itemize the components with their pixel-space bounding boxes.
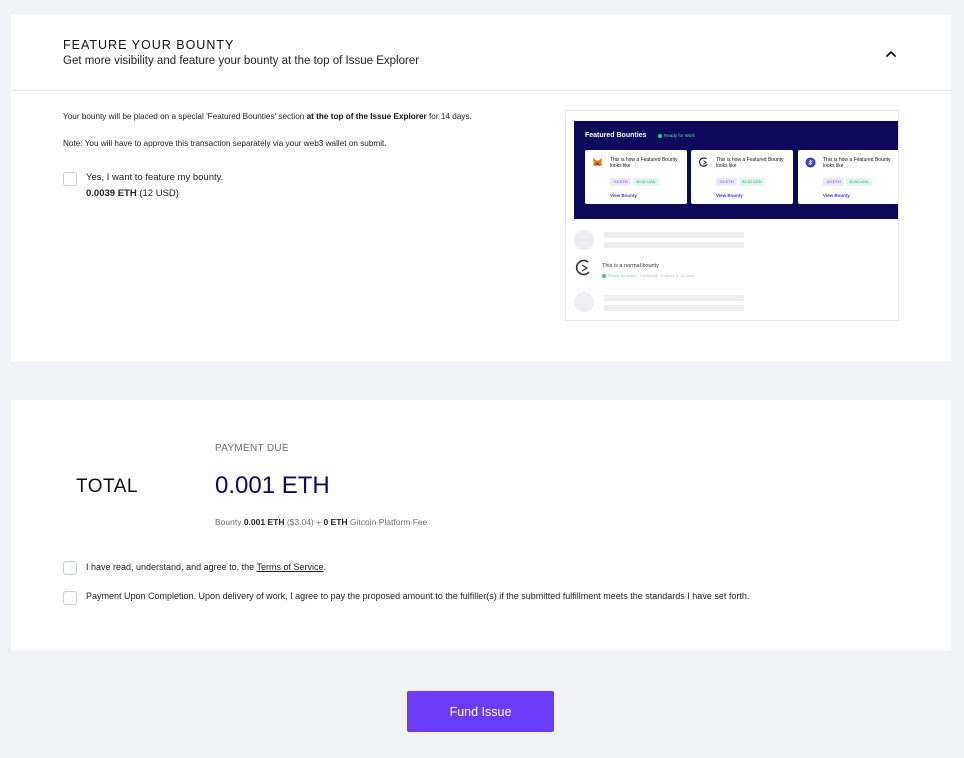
featured-card: This is how a Featured Bounty looks like… [691, 150, 793, 204]
eth-tag: .03 ETH [610, 178, 631, 186]
preview-ready-status: Ready for Work [658, 133, 695, 138]
terms-prefix: I have read, understand, and agree to, t… [86, 562, 257, 572]
terms-label: I have read, understand, and agree to, t… [86, 562, 326, 572]
chevron-up-icon[interactable] [882, 45, 900, 63]
bounty-eth: 0.001 ETH [243, 517, 285, 527]
fund-issue-button[interactable]: Fund Issue [407, 691, 554, 732]
terms-checkbox[interactable] [63, 561, 77, 575]
fee-label: Gitcoin Platform Fee [347, 517, 428, 527]
skeleton-line [604, 305, 744, 311]
preview-title: Featured Bounties [585, 132, 647, 139]
gitcoin-icon [575, 259, 590, 276]
ethereum-icon [805, 157, 816, 168]
normal-bounty-title: This is a normal bounty [602, 263, 659, 269]
feature-price-eth: 0.0039 ETH [86, 188, 137, 199]
feature-subtitle: Get more visibility and feature your bou… [63, 55, 420, 67]
terms-of-service-link[interactable]: Terms of Service [256, 562, 323, 572]
skeleton-line [604, 242, 744, 248]
desc-bold: at the top of the Issue Explorer [306, 112, 427, 121]
normal-ready-text: Ready for Work [608, 273, 636, 278]
feature-bounty-checkbox[interactable] [63, 172, 77, 186]
bounty-label: Bounty [215, 517, 244, 527]
feature-bounty-card: FEATURE YOUR BOUNTY Get more visibility … [11, 15, 951, 361]
desc-prefix: Your bounty will be placed on a special … [63, 112, 307, 121]
featured-card: This is how a Featured Bounty looks like… [585, 150, 687, 204]
feature-description: Your bounty will be placed on a special … [63, 112, 472, 121]
normal-bounty-meta: Ready for Work · Traditional · Expires i… [602, 273, 694, 278]
total-card: PAYMENT DUE TOTAL 0.001 ETH Bounty 0.001… [11, 400, 951, 651]
view-bounty-link: View Bounty [823, 193, 850, 198]
feature-header[interactable]: FEATURE YOUR BOUNTY Get more visibility … [11, 15, 951, 91]
eth-tag: .03 ETH [716, 178, 737, 186]
payment-upon-completion-label: Payment Upon Completion. Upon delivery o… [86, 591, 750, 601]
usd-tag: 30.82 USD [846, 178, 872, 186]
eth-tag: .03 ETH [823, 178, 844, 186]
bounty-usd: ($3.04) + [284, 517, 324, 527]
featured-preview-image: Featured Bounties Ready for Work This is… [565, 110, 899, 321]
feature-note: Note: You will have to approve this tran… [63, 139, 387, 148]
skeleton-line [604, 232, 744, 238]
preview-ready-text: Ready for Work [664, 133, 696, 138]
featured-card-text: This is how a Featured Bounty looks like [716, 157, 784, 169]
status-dot-icon [658, 133, 662, 138]
normal-expires-text: Expires in 12 days [661, 273, 694, 278]
view-bounty-link: View Bounty [716, 193, 743, 198]
desc-suffix: for 14 days. [426, 112, 472, 121]
feature-price: 0.0039 ETH (12 USD) [86, 188, 179, 199]
skeleton-avatar [574, 292, 594, 312]
payment-due-label: PAYMENT DUE [215, 443, 289, 454]
payment-breakdown: Bounty 0.001 ETH ($3.04) + 0 ETH Gitcoin… [215, 517, 427, 527]
terms-suffix: . [323, 562, 327, 572]
usd-tag: 30.82 USD [633, 178, 659, 186]
skeleton-line [604, 295, 744, 301]
featured-bounties-banner: Featured Bounties Ready for Work This is… [574, 121, 898, 219]
feature-bounty-label[interactable]: Yes, I want to feature my bounty. [86, 172, 223, 183]
feature-title: FEATURE YOUR BOUNTY [63, 38, 235, 52]
normal-type-text: Traditional [639, 273, 658, 278]
total-label: TOTAL [76, 476, 138, 497]
featured-card-text: This is how a Featured Bounty looks like [610, 157, 678, 169]
usd-tag: 30.82 USD [739, 178, 765, 186]
fee-eth: 0 ETH [323, 517, 348, 527]
payment-upon-completion-checkbox[interactable] [63, 591, 77, 605]
feature-price-usd: (12 USD) [136, 188, 179, 199]
total-amount: 0.001 ETH [215, 472, 330, 499]
status-dot-icon [602, 273, 606, 278]
featured-card: This is how a Featured Bounty looks like… [798, 150, 898, 204]
metamask-icon [592, 157, 603, 167]
view-bounty-link: View Bounty [610, 193, 637, 198]
featured-card-text: This is how a Featured Bounty looks like [823, 157, 891, 169]
skeleton-avatar [574, 230, 594, 250]
gitcoin-icon [699, 157, 708, 167]
